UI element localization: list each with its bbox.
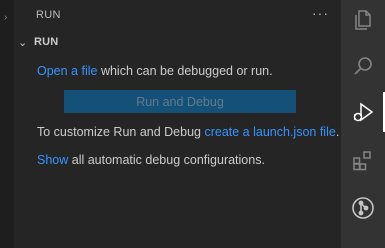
show-link[interactable]: Show — [37, 153, 68, 167]
customize-text: To customize Run and Debug — [37, 125, 205, 139]
explorer-icon — [355, 10, 371, 30]
activity-bar — [341, 0, 385, 248]
customize-line: To customize Run and Debug create a laun… — [37, 125, 339, 139]
search-icon — [354, 57, 372, 75]
open-file-line: Open a file which can be debugged or run… — [37, 64, 273, 78]
section-header-run[interactable]: ⌄ RUN — [18, 33, 58, 51]
show-configs-text: all automatic debug configurations. — [68, 153, 265, 167]
chevron-left-icon: › — [4, 12, 8, 23]
activity-source-control[interactable] — [341, 188, 385, 228]
extensions-icon — [353, 151, 371, 171]
open-file-text: which can be debugged or run. — [97, 64, 273, 78]
run-debug-icon — [353, 102, 374, 122]
create-launch-json-link[interactable]: create a launch.json file — [204, 125, 335, 139]
chevron-down-icon: ⌄ — [18, 36, 28, 49]
activity-search[interactable] — [341, 46, 385, 86]
more-actions-icon[interactable]: ··· — [312, 5, 329, 21]
run-and-debug-button[interactable]: Run and Debug — [64, 90, 296, 113]
run-sidebar: RUN ··· ⌄ RUN Open a file which can be d… — [14, 0, 341, 248]
activity-extensions[interactable] — [341, 140, 385, 180]
open-file-link[interactable]: Open a file — [37, 64, 97, 78]
show-configs-line: Show all automatic debug configurations. — [37, 153, 265, 167]
customize-end: . — [335, 125, 340, 139]
editor-edge: › — [0, 0, 14, 248]
activity-run-debug[interactable] — [341, 92, 385, 132]
section-title: RUN — [34, 36, 59, 48]
activity-explorer[interactable] — [341, 0, 385, 40]
source-control-icon — [352, 197, 374, 219]
view-title: RUN — [36, 9, 61, 21]
